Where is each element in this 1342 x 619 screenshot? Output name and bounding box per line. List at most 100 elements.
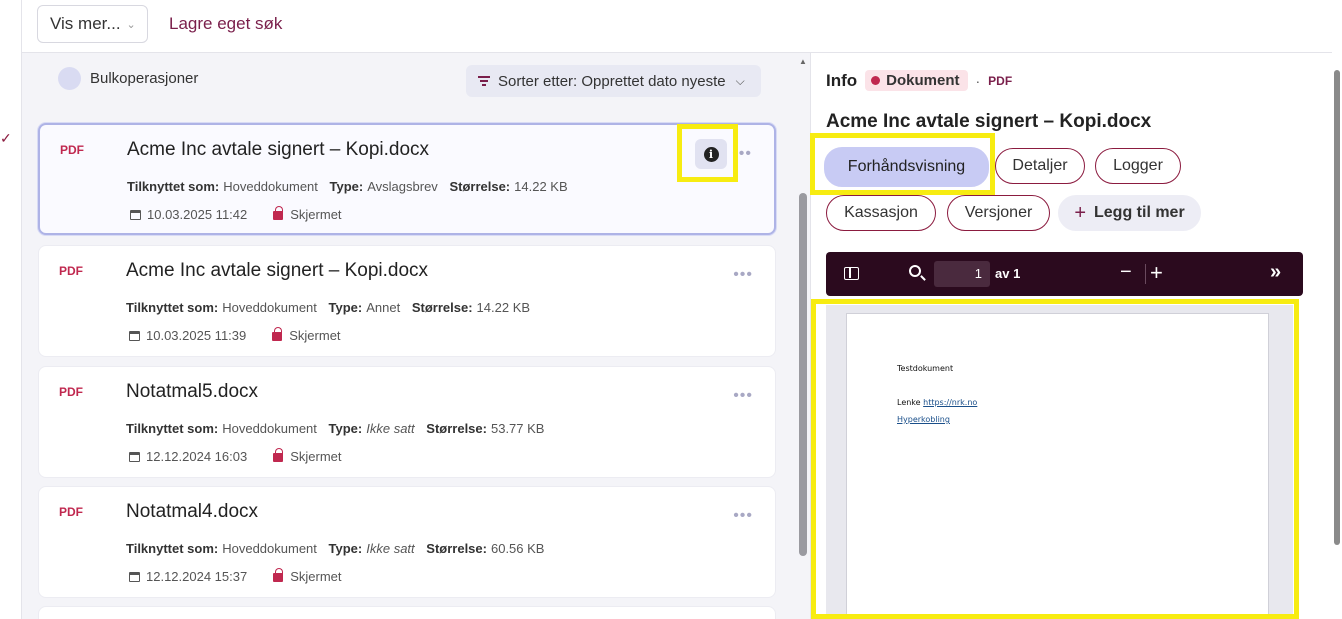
document-title[interactable]: Notatmal4.docx [126,501,258,523]
document-card[interactable]: PDF Acme Inc avtale signert – Kopi.docx … [38,123,776,235]
divider [1145,264,1146,284]
document-list-pane: Bulkoperasjoner Sorter etter: Opprettet … [22,53,808,619]
add-more-button[interactable]: + Legg til mer [1058,195,1201,231]
format-tag: PDF [988,73,1013,88]
access-status: Skjermet [290,569,342,584]
info-panel: Info Dokument · PDF Acme Inc avtale sign… [810,53,1332,619]
zoom-in-button[interactable]: + [1150,260,1163,286]
check-icon: ✓ [0,130,12,146]
access-status: Skjermet [290,449,342,464]
tab-versjoner[interactable]: Versjoner [947,195,1050,231]
attached-label: Tilknyttet som: [126,421,219,436]
type-value: Ikke satt [366,421,415,436]
info-header: Info Dokument · PDF [826,70,1012,91]
document-badge: Dokument [865,70,968,91]
format-badge: PDF [59,385,83,399]
calendar-icon [130,209,141,220]
tab-forhandsvisning[interactable]: Forhåndsvisning [824,147,989,187]
pdf-preview[interactable]: Testdokument Lenke https://nrk.no Hyperk… [826,305,1293,619]
doc-link-prefix: Lenke [897,398,924,407]
scroll-up-icon[interactable]: ▲ [799,57,807,66]
calendar-icon [129,451,140,462]
attached-label: Tilknyttet som: [126,541,219,556]
lock-icon [273,448,284,462]
sort-label: Sorter etter: Opprettet dato nyeste [498,72,726,90]
list-scrollbar[interactable]: ▲ [798,53,808,619]
document-dates: 10.03.2025 11:39 Skjermet [129,327,341,343]
search-icon[interactable] [909,265,921,277]
type-label: Type: [328,300,363,315]
plus-icon: + [1074,201,1086,224]
left-rail: ✓ [0,0,22,619]
size-value: 14.22 KB [514,179,568,194]
format-badge: PDF [60,143,84,157]
bulk-operations-label: Bulkoperasjoner [90,70,199,87]
doc-hyperlink[interactable]: Hyperkobling [897,415,950,424]
access-status: Skjermet [290,207,342,222]
type-value: Annet [366,300,401,315]
created-date: 12.12.2024 16:03 [146,449,248,464]
zoom-out-button[interactable]: − [1120,261,1132,284]
document-title[interactable]: Acme Inc avtale signert – Kopi.docx [126,260,428,282]
save-search-link[interactable]: Lagre eget søk [169,14,282,34]
calendar-icon [129,330,140,341]
document-card[interactable]: PDF Notatmal5.docx Tilknyttet som: Hovedd… [38,366,776,478]
more-options-icon[interactable]: ••• [732,145,752,163]
pdf-page: Testdokument Lenke https://nrk.no Hyperk… [846,313,1269,619]
document-meta: Tilknyttet som: Hoveddokument Type: Avslag… [127,179,576,194]
more-options-icon[interactable]: ••• [733,387,753,405]
size-value: 53.77 KB [490,421,545,436]
calendar-icon [129,571,140,582]
sort-button[interactable]: Sorter etter: Opprettet dato nyeste ⌵ [466,65,761,97]
page-count: av 1 [995,266,1021,281]
tab-logger[interactable]: Logger [1095,148,1181,184]
info-label: Info [826,70,858,90]
chevron-down-icon: ⌄ [126,18,136,31]
page-scrollbar-thumb[interactable] [1334,70,1340,545]
document-title[interactable]: Acme Inc avtale signert – Kopi.docx [127,139,429,161]
document-meta: Tilknyttet som: Hoveddokument Type: Ikke s… [126,421,552,436]
format-badge: PDF [59,264,83,278]
access-status: Skjermet [289,328,341,343]
info-button[interactable]: i [695,139,727,169]
created-date: 12.12.2024 15:37 [146,569,248,584]
attached-value: Hoveddokument [222,421,317,436]
sidebar-toggle-icon[interactable] [844,267,859,280]
document-title[interactable]: Notatmal5.docx [126,381,258,403]
size-value: 60.56 KB [490,541,545,556]
more-options-icon[interactable]: ••• [733,507,753,525]
page-scrollbar[interactable] [1332,0,1342,619]
size-label: Størrelse: [411,300,473,315]
sort-icon [478,76,490,86]
vis-mer-dropdown[interactable]: Vis mer... ⌄ [37,5,148,43]
doc-link-line: Lenke https://nrk.no [897,398,977,407]
attached-value: Hoveddokument [222,541,317,556]
tab-detaljer[interactable]: Detaljer [995,148,1085,184]
bulk-operations-toggle[interactable]: Bulkoperasjoner [58,67,198,90]
bulk-select-checkbox[interactable] [58,67,81,90]
top-bar: Vis mer... ⌄ Lagre eget søk [22,0,1332,53]
size-label: Størrelse: [426,421,487,436]
vis-mer-label: Vis mer... [50,14,121,33]
document-card[interactable] [38,606,776,619]
more-tools-icon[interactable]: » [1270,261,1281,284]
list-scrollbar-thumb[interactable] [799,193,807,556]
document-card[interactable]: PDF Notatmal4.docx Tilknyttet som: Hovedd… [38,486,776,598]
size-value: 14.22 KB [476,300,531,315]
doc-link[interactable]: https://nrk.no [923,398,977,407]
document-badge-label: Dokument [886,72,960,89]
type-value: Ikke satt [366,541,415,556]
info-icon: i [703,146,719,162]
created-date: 10.03.2025 11:42 [147,207,248,222]
document-meta: Tilknyttet som: Hoveddokument Type: Ikke s… [126,541,552,556]
size-label: Størrelse: [426,541,487,556]
type-label: Type: [329,179,364,194]
page-number-input[interactable]: 1 [934,261,990,287]
status-dot-icon [871,76,881,85]
created-date: 10.03.2025 11:39 [146,328,247,343]
document-card[interactable]: PDF Acme Inc avtale signert – Kopi.docx … [38,245,776,357]
chevron-down-icon: ⌵ [735,73,745,88]
more-options-icon[interactable]: ••• [733,266,753,284]
tab-kassasjon[interactable]: Kassasjon [826,195,936,231]
format-badge: PDF [59,505,83,519]
